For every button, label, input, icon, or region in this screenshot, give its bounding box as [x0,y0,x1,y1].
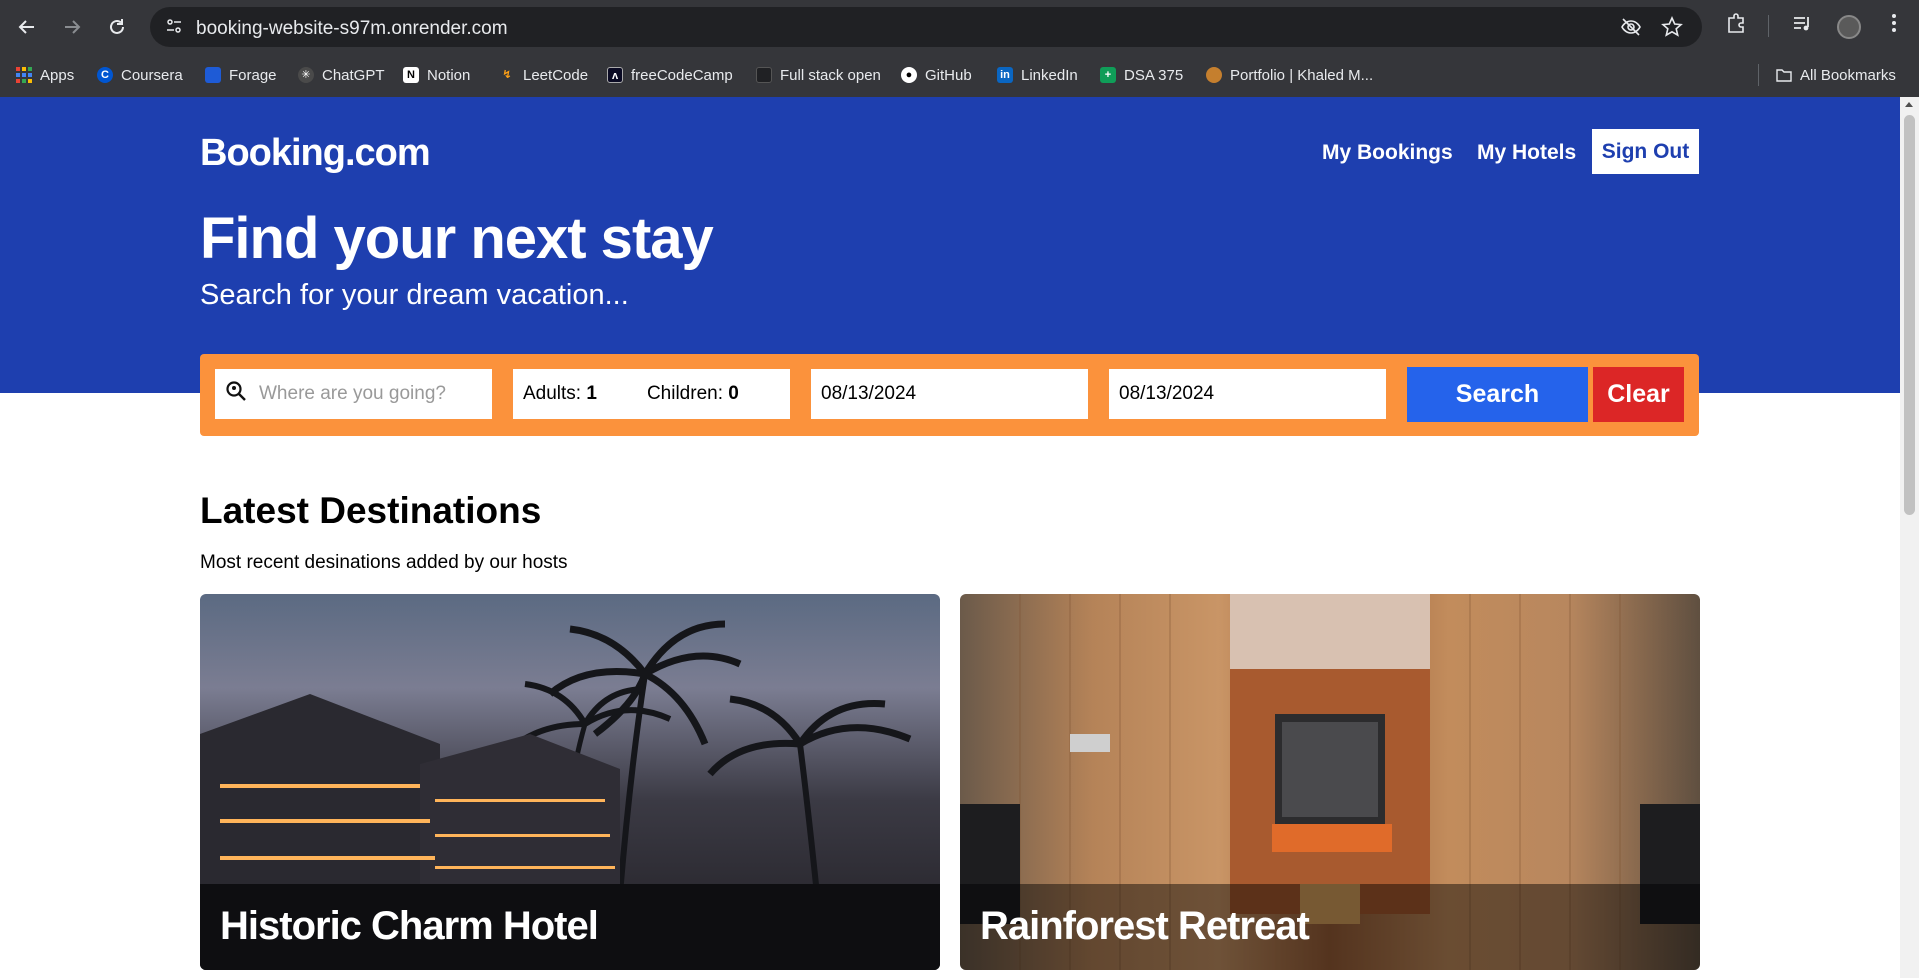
page-scrollbar[interactable] [1900,97,1919,978]
star-icon[interactable] [1661,16,1683,38]
media-icon[interactable] [1787,12,1817,42]
adults-label: Adults: [523,383,582,404]
check-in-date-input[interactable]: 08/13/2024 [811,369,1088,419]
adults-value[interactable]: 1 [586,383,597,405]
guests-input[interactable]: Adults: 1 Children: 0 [513,369,790,419]
bookmark-label: Full stack open [780,66,881,84]
bookmark-label: Notion [427,66,471,84]
destination-placeholder: Where are you going? [259,383,446,404]
apps-grid-icon [16,67,32,83]
toolbar-divider [1768,15,1769,37]
bookmark-label: ChatGPT [322,66,385,84]
site-info-icon[interactable] [164,17,184,37]
hero-title: Find your next stay [200,206,714,271]
card-caption: Rainforest Retreat [960,884,1700,970]
bookmark-label: GitHub [925,66,972,84]
bookmark-full-stack-open[interactable]: Full stack open [756,64,881,86]
bookmark-label: Coursera [121,66,183,84]
hero-subtitle: Search for your dream vacation... [200,279,629,311]
bookmark-dsa-375[interactable]: + DSA 375 [1100,64,1183,86]
children-label: Children: [646,383,723,404]
reload-icon[interactable] [102,12,132,42]
github-icon: ● [901,67,917,83]
full-stack-open-icon [756,67,772,83]
bookmark-github[interactable]: ● GitHub [901,64,972,86]
bookmark-label: Apps [40,66,75,84]
browser-toolbar: booking-website-s97m.onrender.com [0,0,1919,54]
bookmark-forage[interactable]: Forage [205,64,277,86]
bookmark-label: freeCodeCamp [631,66,733,84]
bookmark-freecodecamp[interactable]: ʌ freeCodeCamp [607,64,733,86]
children-value[interactable]: 0 [728,383,739,405]
destination-input[interactable]: Where are you going? [215,369,492,419]
bookmark-all-bookmarks[interactable]: All Bookmarks [1776,64,1896,86]
forage-icon [205,67,221,83]
extensions-icon[interactable] [1721,12,1751,42]
search-location-icon [225,380,247,408]
portfolio-icon [1206,67,1222,83]
chatgpt-icon: ✳ [298,67,314,83]
hero-header: Booking.com My Bookings My Hotels Sign O… [0,97,1900,393]
linkedin-icon: in [997,67,1013,83]
page-viewport: Booking.com My Bookings My Hotels Sign O… [0,97,1900,978]
card-title[interactable]: Rainforest Retreat [980,904,1310,949]
bookmark-coursera[interactable]: C Coursera [97,64,183,86]
search-button[interactable]: Search [1407,367,1588,422]
card-caption: Historic Charm Hotel [200,884,940,970]
my-bookings-link[interactable]: My Bookings [1322,141,1453,165]
bookmark-portfolio[interactable]: Portfolio | Khaled M... [1206,64,1373,86]
url-text[interactable]: booking-website-s97m.onrender.com [196,18,508,40]
sign-out-button[interactable]: Sign Out [1592,129,1699,174]
coursera-icon: C [97,67,113,83]
search-bar: Where are you going? Adults: 1 Children:… [200,354,1699,436]
leetcode-icon: ↯ [502,69,512,81]
bookmark-label: DSA 375 [1124,66,1184,84]
address-bar[interactable]: booking-website-s97m.onrender.com [150,7,1702,47]
latest-destinations-subtitle: Most recent desinations added by our hos… [200,552,568,573]
bookmark-label: Portfolio | Khaled M... [1230,66,1374,84]
bookmark-linkedin[interactable]: in LinkedIn [997,64,1078,86]
scroll-up-icon[interactable] [1905,102,1913,107]
more-icon[interactable] [1879,12,1909,42]
forward-icon[interactable] [57,12,87,42]
bookmark-label: All Bookmarks [1800,66,1896,84]
folder-icon [1776,67,1792,83]
bookmarks-divider [1758,64,1759,86]
back-icon[interactable] [12,12,42,42]
scrollbar-thumb[interactable] [1904,115,1915,515]
bookmarks-bar: Apps C Coursera Forage ✳ ChatGPT N Notio… [0,54,1919,97]
bookmark-label: LeetCode [523,66,589,84]
bookmark-notion[interactable]: N Notion [403,64,470,86]
my-hotels-link[interactable]: My Hotels [1477,141,1576,165]
bookmark-leetcode[interactable]: ↯ LeetCode [499,64,588,86]
card-title[interactable]: Historic Charm Hotel [220,904,599,949]
site-logo[interactable]: Booking.com [200,132,431,175]
clear-button[interactable]: Clear [1593,367,1684,422]
bookmark-apps[interactable]: Apps [16,64,74,86]
bookmark-label: LinkedIn [1021,66,1078,84]
bookmark-label: Forage [229,66,277,84]
destination-card[interactable]: Historic Charm Hotel [200,594,940,970]
notion-icon: N [403,67,419,83]
destination-card[interactable]: Rainforest Retreat [960,594,1700,970]
check-out-date-input[interactable]: 08/13/2024 [1109,369,1386,419]
sheets-icon: + [1100,67,1116,83]
freecodecamp-icon: ʌ [607,67,623,83]
latest-destinations-title: Latest Destinations [200,490,542,531]
bookmark-chatgpt[interactable]: ✳ ChatGPT [298,64,385,86]
eye-off-icon[interactable] [1620,16,1642,38]
profile-avatar[interactable] [1837,15,1861,39]
